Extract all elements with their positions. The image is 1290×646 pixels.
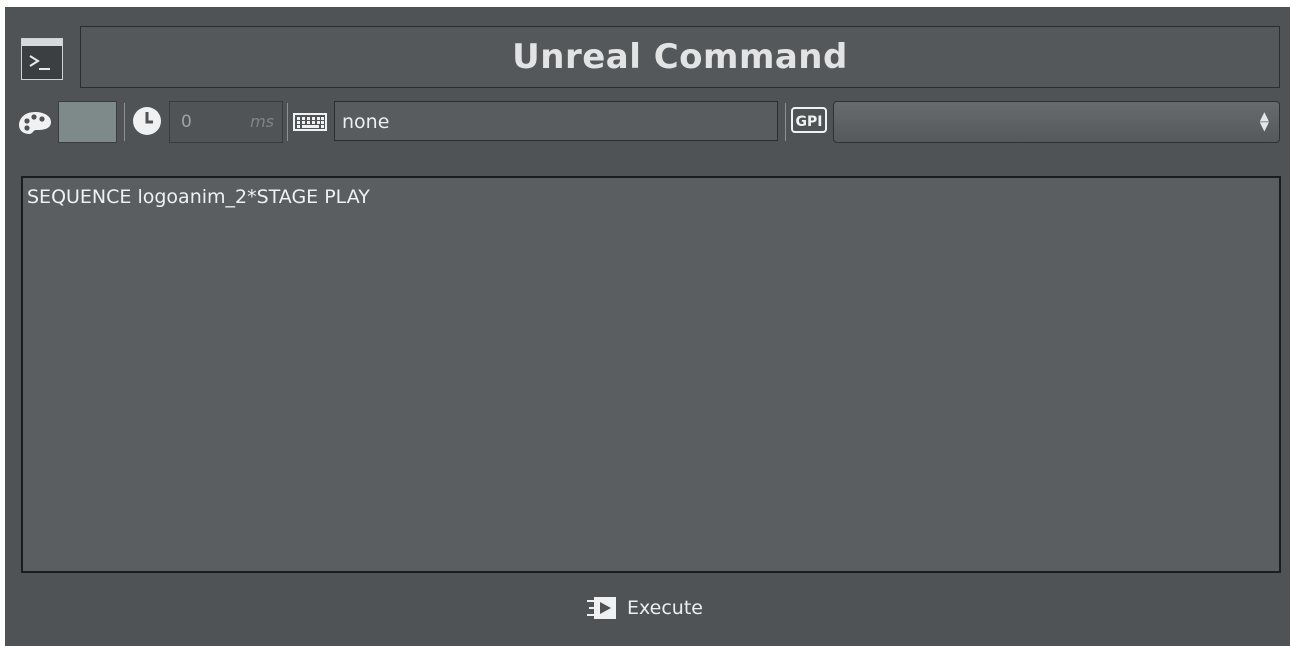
page-title: Unreal Command [80,26,1280,88]
chevron-up-down-icon: ▲ ▼ [1259,109,1269,133]
separator [287,103,288,141]
palette-icon [18,110,52,140]
terminal-icon [21,38,63,80]
delay-unit: ms [250,112,274,131]
execute-button[interactable]: Execute [587,591,703,625]
gpi-icon-label: GPI [796,114,823,130]
keyboard-shortcut-input[interactable]: none [334,101,778,141]
execute-icon [587,597,616,619]
gpi-select[interactable]: ▲ ▼ [833,101,1280,143]
command-text: SEQUENCE logoanim_2*STAGE PLAY [27,186,370,208]
separator [785,103,786,141]
delay-value: 0 [181,112,192,132]
command-editor[interactable]: SEQUENCE logoanim_2*STAGE PLAY [21,176,1281,573]
clock-icon [132,106,162,140]
gpi-icon: GPI [791,107,827,139]
color-swatch[interactable] [58,101,117,143]
keyboard-icon [293,113,327,135]
delay-input[interactable]: 0 ms [169,101,283,143]
execute-label: Execute [627,597,703,619]
keyboard-shortcut-value: none [342,111,390,133]
separator [124,103,125,141]
